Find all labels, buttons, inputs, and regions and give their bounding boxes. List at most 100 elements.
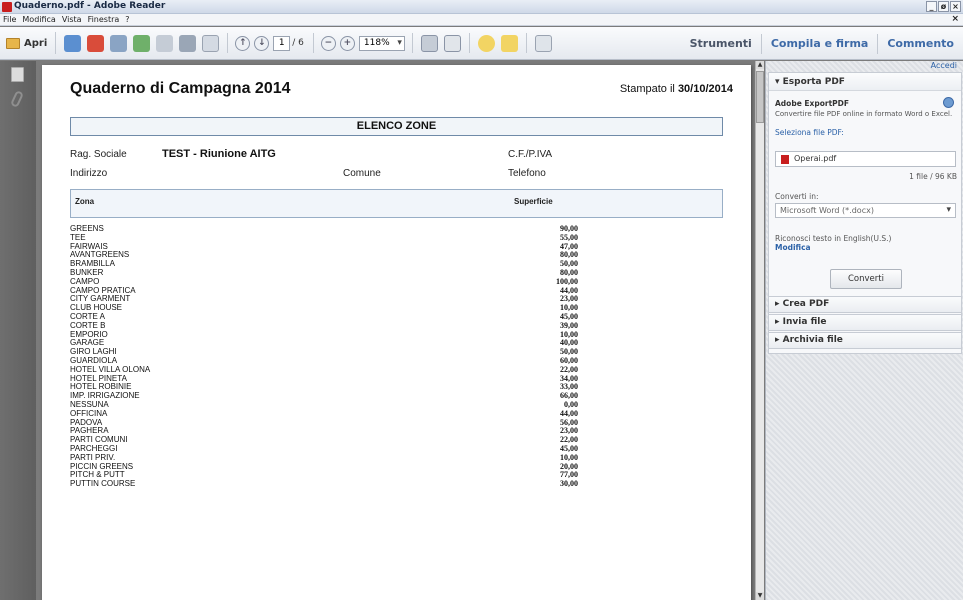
table-row: CORTE B 39,00 xyxy=(70,321,723,331)
tab-compila-e-firma[interactable]: Compila e firma xyxy=(760,33,878,54)
print-icon[interactable] xyxy=(179,34,197,52)
table-row: PITCH & PUTT 77,00 xyxy=(70,471,723,480)
open-button[interactable]: Apri xyxy=(4,32,57,54)
select-file-label[interactable]: Seleziona file PDF: xyxy=(775,128,844,137)
table-row: NESSUNA 0,00 xyxy=(70,400,723,410)
table-row: PARTI COMUNI 22,00 xyxy=(70,435,723,445)
previous-page-icon[interactable]: ↑ xyxy=(235,35,251,51)
table-row: GUARDIOLA 60,00 xyxy=(70,356,723,366)
menu-file[interactable]: File xyxy=(3,15,16,24)
file-count: 1 file / 96 KB xyxy=(909,172,957,181)
table-row: PAGHERA 23,00 xyxy=(70,427,723,436)
minimize-button[interactable]: _ xyxy=(926,1,937,12)
save-icon[interactable] xyxy=(156,34,174,52)
zoom-out-icon[interactable]: − xyxy=(320,35,336,51)
export-pdf-icon xyxy=(943,97,954,108)
page-number-input[interactable]: 1 xyxy=(273,35,291,51)
indirizzo-label: Indirizzo xyxy=(70,168,108,179)
zone-name: PUTTIN COURSE xyxy=(70,479,136,489)
table-row: PUTTIN COURSE 30,00 xyxy=(70,479,723,489)
toolbar-divider xyxy=(525,33,527,53)
convert-button[interactable]: Converti xyxy=(830,269,902,289)
table-row: GIRO LAGHI 50,00 xyxy=(70,347,723,357)
zoom-select[interactable]: 118% xyxy=(358,35,405,51)
table-row: PICCIN GREENS 20,00 xyxy=(70,462,723,472)
toolbar-divider xyxy=(312,33,314,53)
export-title: Adobe ExportPDF xyxy=(775,99,850,108)
convert-format-select[interactable]: Microsoft Word (*.docx) xyxy=(775,203,956,218)
selected-file[interactable]: Operai.pdf xyxy=(775,151,956,167)
table-row: AVANTGREENS 80,00 xyxy=(70,251,723,260)
toolbar-divider xyxy=(411,33,413,53)
printed-prefix: Stampato il xyxy=(619,83,675,95)
fit-page-icon[interactable] xyxy=(420,34,438,52)
share-cloud-icon[interactable] xyxy=(133,34,151,52)
printed-date-value: 30/10/2014 xyxy=(677,83,733,95)
restore-button[interactable]: ø xyxy=(938,1,949,12)
menu-modifica[interactable]: Modifica xyxy=(22,15,55,24)
table-row: IMP. IRRIGAZIONE 66,00 xyxy=(70,391,723,401)
table-row: TEE 55,00 xyxy=(70,233,723,243)
table-row: CITY GARMENT 23,00 xyxy=(70,295,723,304)
table-header: Zona Superficie xyxy=(70,189,723,218)
email-icon[interactable] xyxy=(202,34,220,52)
window-title: Quaderno.pdf - Adobe Reader xyxy=(14,1,166,11)
export-pdf-header[interactable]: ▾ Esporta PDF xyxy=(769,73,961,91)
adobe-reader-icon xyxy=(2,2,12,12)
full-screen-icon[interactable] xyxy=(443,34,461,52)
combine-pdf-icon[interactable] xyxy=(87,34,105,52)
menu-help[interactable]: ? xyxy=(125,15,129,24)
open-label: Apri xyxy=(24,37,48,49)
zoom-in-icon[interactable]: + xyxy=(339,35,355,51)
archive-file-section[interactable]: ▸ Archivia file xyxy=(768,332,962,349)
table-row: EMPORIO 10,00 xyxy=(70,330,723,340)
telefono-label: Telefono xyxy=(508,168,546,179)
comune-label: Comune xyxy=(343,168,381,179)
pdf-file-icon xyxy=(781,155,789,164)
navigation-pane xyxy=(0,61,36,600)
tab-strumenti[interactable]: Strumenti xyxy=(681,34,761,54)
window-controls: _ ø × xyxy=(926,1,961,12)
table-row: GARAGE 40,00 xyxy=(70,339,723,348)
next-page-icon[interactable]: ↓ xyxy=(254,35,270,51)
page-total: / 6 xyxy=(292,38,304,48)
page-thumbnails-icon[interactable] xyxy=(11,67,24,82)
zone-surface: 30,00 xyxy=(560,479,578,489)
close-button[interactable]: × xyxy=(950,1,961,12)
table-row: HOTEL VILLA OLONA 22,00 xyxy=(70,365,723,375)
export-description: Convertire file PDF online in formato Wo… xyxy=(775,110,953,118)
comment-icon[interactable] xyxy=(477,34,495,52)
title-bar: Quaderno.pdf - Adobe Reader _ ø × xyxy=(0,0,963,14)
sign-tool-icon[interactable] xyxy=(534,34,552,52)
scrollbar-thumb[interactable] xyxy=(756,71,764,123)
section-title: ELENCO ZONE xyxy=(70,117,723,136)
scroll-up-icon[interactable]: ▲ xyxy=(756,61,764,69)
attachments-icon[interactable] xyxy=(9,90,25,108)
create-pdf-section[interactable]: ▸ Crea PDF xyxy=(768,296,962,313)
scroll-down-icon[interactable]: ▼ xyxy=(756,592,764,600)
edit-document-icon[interactable] xyxy=(110,34,128,52)
table-row: HOTEL ROBINIE 33,00 xyxy=(70,383,723,392)
sign-in-link[interactable]: Accedi xyxy=(931,61,957,70)
menu-vista[interactable]: Vista xyxy=(62,15,82,24)
menu-finestra[interactable]: Finestra xyxy=(88,15,120,24)
table-row: PARCHEGGI 45,00 xyxy=(70,444,723,454)
table-row: BUNKER 80,00 xyxy=(70,268,723,278)
vertical-scrollbar[interactable]: ▲ ▼ xyxy=(755,61,764,600)
tools-pane: Accedi ▾ Esporta PDF Adobe ExportPDF Con… xyxy=(765,61,963,600)
highlight-icon[interactable] xyxy=(500,34,518,52)
table-row: CORTE A 45,00 xyxy=(70,312,723,322)
create-pdf-icon[interactable] xyxy=(64,34,82,52)
ocr-change-link[interactable]: Modifica xyxy=(775,243,811,252)
table-row: GREENS 90,00 xyxy=(70,224,723,234)
table-row: OFFICINA 44,00 xyxy=(70,409,723,419)
table-row: CAMPO 100,00 xyxy=(70,277,723,287)
tab-commento[interactable]: Commento xyxy=(877,33,963,54)
zone-list: GREENS 90,00 TEE 55,00 FAIRWAIS 47,00 AVANTGRE… xyxy=(70,224,723,489)
file-name: Operai.pdf xyxy=(794,154,837,163)
ocr-language-text: Riconosci testo in English(U.S.) xyxy=(775,234,892,243)
send-file-section[interactable]: ▸ Invia file xyxy=(768,314,962,331)
rag-sociale-value: TEST - Riunione AITG xyxy=(162,148,276,160)
close-document-button[interactable]: × xyxy=(951,14,959,24)
toolbar-divider xyxy=(468,33,470,53)
